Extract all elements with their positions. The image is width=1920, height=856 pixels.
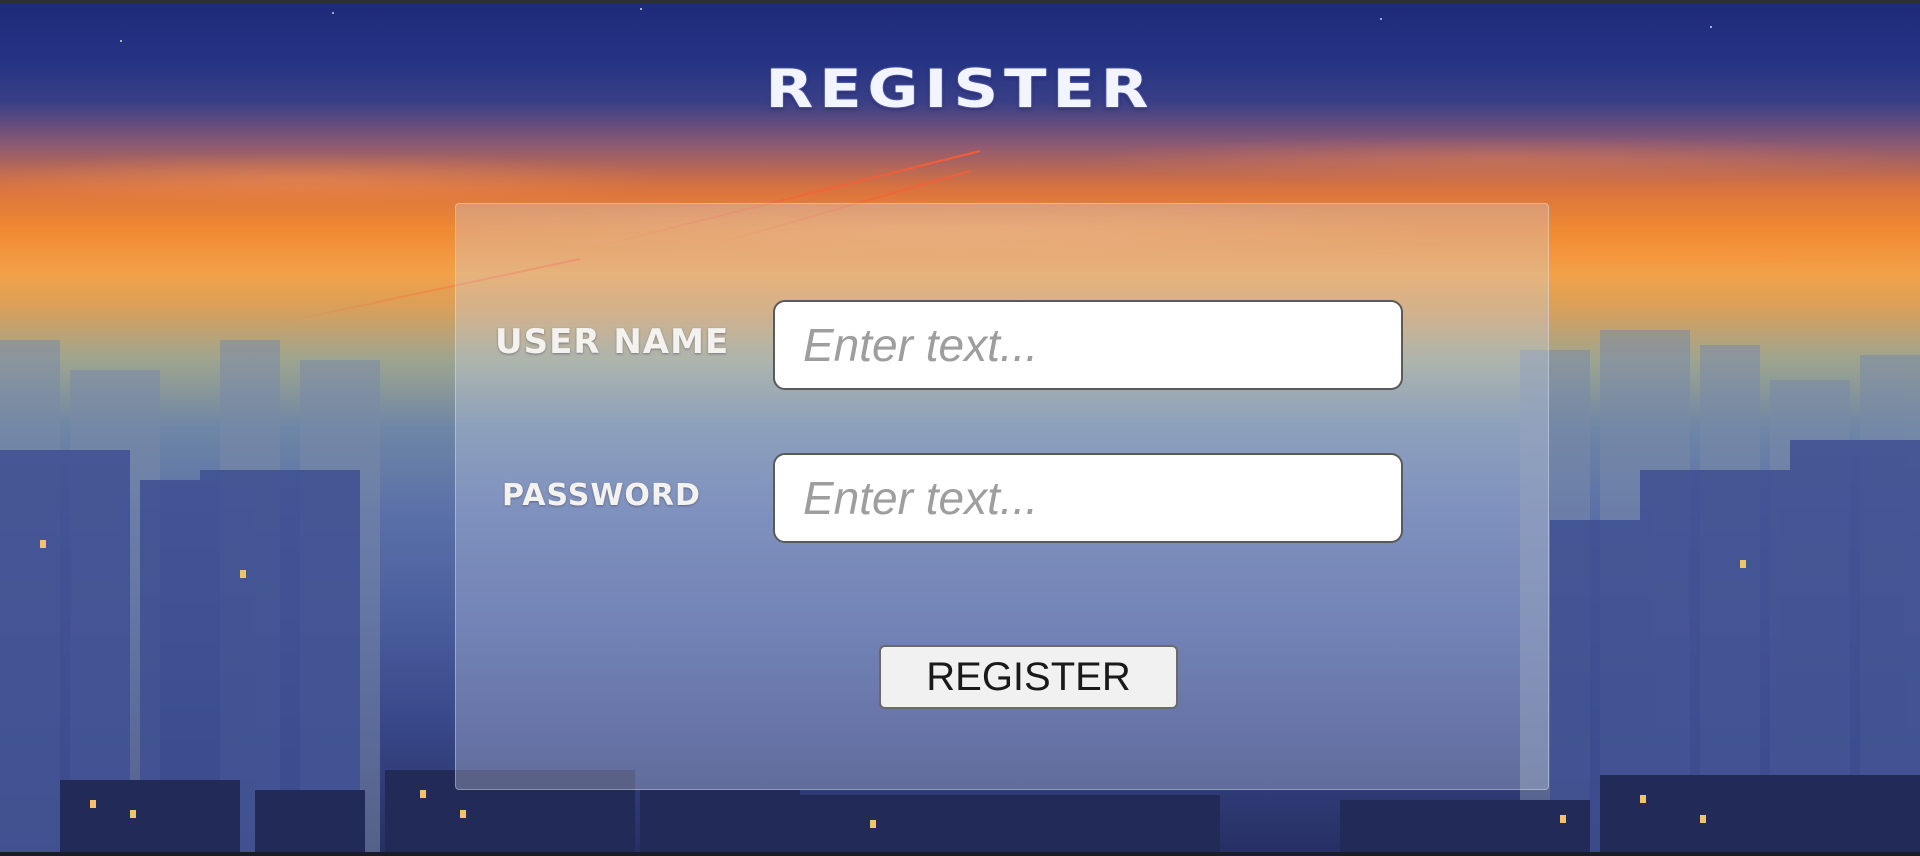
password-label: PASSWORD	[502, 478, 701, 513]
username-label: USER NAME	[495, 322, 730, 362]
register-screen: REGISTER USER NAME PASSWORD REGISTER	[0, 0, 1920, 856]
password-input[interactable]	[773, 453, 1403, 543]
register-button[interactable]: REGISTER	[879, 645, 1178, 709]
window-bottom-border	[0, 852, 1920, 856]
username-input[interactable]	[773, 300, 1403, 390]
page-title: REGISTER	[765, 57, 1155, 120]
